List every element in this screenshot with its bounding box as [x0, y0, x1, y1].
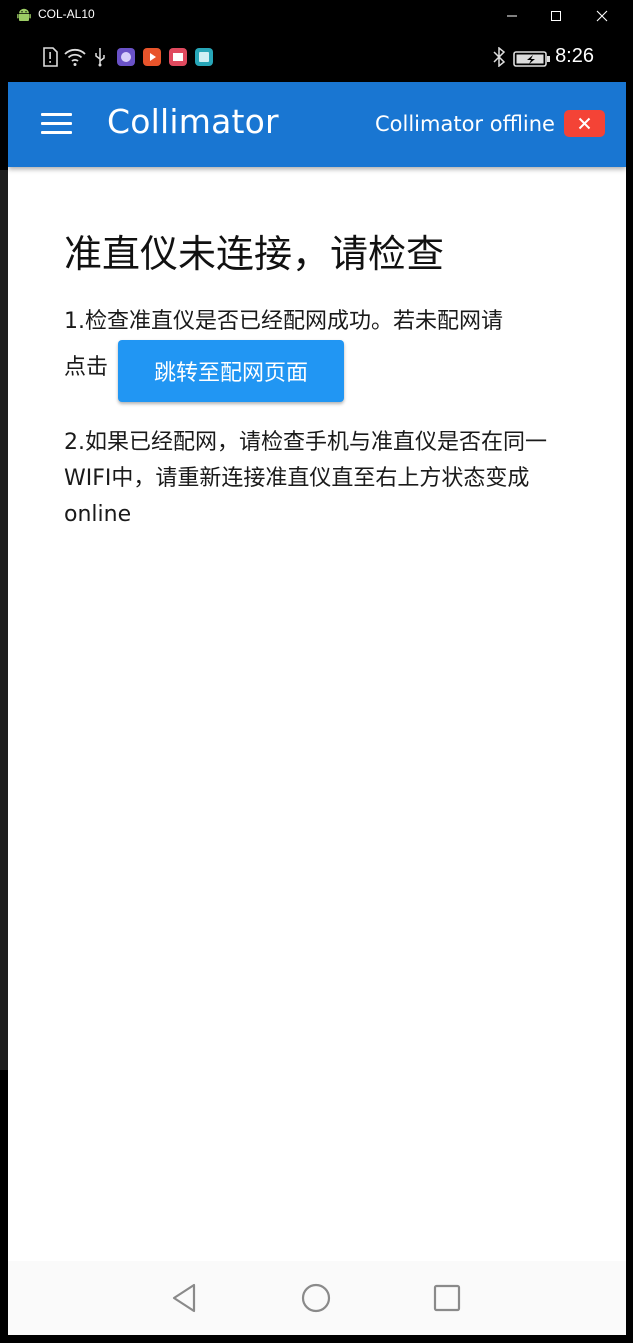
- device-screen: 8:26 Collimator Collimator offline 准直仪未连…: [8, 31, 626, 1335]
- close-window-button[interactable]: [580, 0, 624, 31]
- hamburger-menu-button[interactable]: [38, 108, 76, 140]
- recents-square-icon[interactable]: [430, 1281, 464, 1315]
- close-icon: [596, 10, 608, 21]
- host-title-bar: COL-AL10: [0, 0, 633, 31]
- step1-text: 1.检查准直仪是否已经配网成功。若未配网请: [64, 309, 503, 334]
- host-bottom-edge: [0, 1335, 633, 1343]
- host-background-strip: [0, 170, 8, 1070]
- app-bar: Collimator Collimator offline: [8, 82, 626, 167]
- step2-text: 2.如果已经配网，请检查手机与准直仪是否在同一WIFI中，请重新连接准直仪直至右…: [64, 430, 547, 527]
- hamburger-menu-icon: [41, 113, 72, 116]
- host-window-title: COL-AL10: [38, 7, 95, 21]
- app-icon-teal: [195, 48, 213, 66]
- emulator-window: COL-AL10 8:26 Collimator Collimator offl…: [0, 0, 633, 1343]
- status-bar-time: 8:26: [555, 45, 594, 67]
- maximize-button[interactable]: [534, 0, 578, 31]
- wifi-icon: [64, 48, 86, 66]
- minimize-button[interactable]: [490, 0, 534, 31]
- goto-network-config-button[interactable]: 跳转至配网页面: [118, 340, 344, 402]
- android-nav-bar: [8, 1261, 626, 1335]
- bluetooth-icon: [493, 47, 506, 67]
- android-icon: [17, 8, 31, 21]
- offline-status-badge[interactable]: [564, 110, 605, 137]
- minimize-icon: [507, 15, 517, 16]
- main-content: 准直仪未连接，请检查 1.检查准直仪是否已经配网成功。若未配网请 点击 跳转至配…: [8, 167, 626, 1261]
- app-icon-red: [169, 48, 187, 66]
- home-circle-icon[interactable]: [299, 1281, 333, 1315]
- page-heading: 准直仪未连接，请检查: [64, 232, 445, 276]
- android-status-bar: 8:26: [8, 31, 626, 82]
- back-triangle-icon[interactable]: [168, 1281, 202, 1315]
- close-icon: [578, 117, 591, 130]
- sim-alert-icon: [43, 47, 58, 67]
- app-icon-purple: [117, 48, 135, 66]
- maximize-icon: [551, 10, 561, 21]
- connection-status-text: Collimator offline: [375, 112, 555, 136]
- usb-icon: [95, 48, 105, 67]
- app-title: Collimator: [107, 102, 279, 141]
- battery-charging-icon: [513, 51, 550, 67]
- app-icon-orange: [143, 48, 161, 66]
